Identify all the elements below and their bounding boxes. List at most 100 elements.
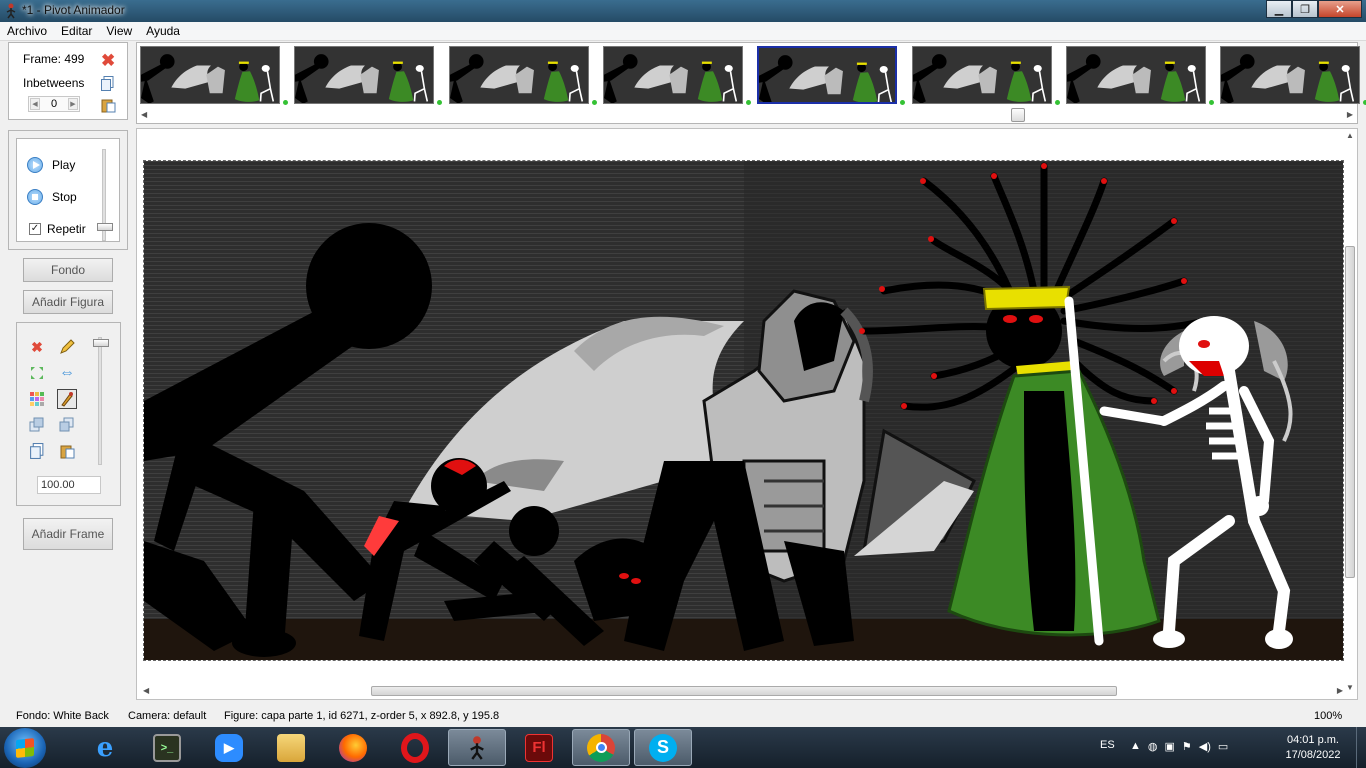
frame-thumbnail[interactable] <box>140 46 280 104</box>
frame-thumbnail[interactable] <box>602 46 743 104</box>
scroll-up-icon[interactable]: ▲ <box>1346 131 1354 140</box>
stop-button[interactable]: Stop <box>27 189 77 205</box>
scroll-right-icon[interactable]: ▶ <box>1347 110 1353 119</box>
paste-figure-icon[interactable] <box>57 441 77 461</box>
canvas-area: ▲ ▼ ◀ ▶ <box>136 128 1358 700</box>
frame-thumbnail[interactable] <box>757 46 898 104</box>
figure-scale-slider-thumb[interactable] <box>93 339 109 347</box>
timeline-scrollbar[interactable]: ◀ ▶ <box>137 107 1357 123</box>
play-label: Play <box>52 158 76 172</box>
scale-figure-icon[interactable] <box>27 363 47 383</box>
inbetweens-label: Inbetweens <box>23 76 85 90</box>
add-frame-button[interactable]: Añadir Frame <box>23 518 113 550</box>
taskbar-firefox[interactable] <box>324 729 382 766</box>
frame-status-dot <box>1208 100 1214 105</box>
repeat-label: Repetir <box>47 222 86 236</box>
close-button[interactable]: ✕ <box>1318 0 1362 18</box>
window-title: *1 - Pivot Animador <box>22 3 125 17</box>
frame-status-dot <box>283 100 288 105</box>
pivot-taskbar-icon <box>470 735 484 760</box>
delete-figure-icon[interactable]: ✖ <box>27 337 47 357</box>
figure-tools-panel: ✖ ⇔ 100.00 <box>16 322 121 506</box>
clock-time: 04:01 p.m. <box>1287 734 1339 746</box>
menu-view[interactable]: View <box>99 22 139 40</box>
frame-thumbnail[interactable] <box>1220 46 1361 104</box>
canvas-scroll-right-icon[interactable]: ▶ <box>1337 686 1343 695</box>
taskbar-skype[interactable]: S <box>634 729 692 766</box>
copy-frame-icon[interactable] <box>101 76 114 91</box>
background-button[interactable]: Fondo <box>23 258 113 282</box>
canvas-hscroll-thumb[interactable] <box>371 686 1117 696</box>
play-button[interactable]: Play <box>27 157 75 173</box>
inbetweens-spinner[interactable]: ◀ 0 ▶ <box>28 96 80 112</box>
tray-flag-icon[interactable]: ⚑ <box>1182 740 1192 753</box>
taskbar-terminal[interactable]: >_ <box>138 729 196 766</box>
tray-network-globe-icon[interactable]: ◍ <box>1148 740 1158 753</box>
taskbar-flash[interactable]: Fl <box>510 729 568 766</box>
segment-color-icon[interactable] <box>57 389 77 409</box>
color-figure-icon[interactable] <box>27 389 47 409</box>
scroll-down-icon[interactable]: ▼ <box>1346 683 1354 692</box>
frame-status-dot <box>900 100 906 105</box>
frame-thumbnail[interactable] <box>294 46 435 104</box>
tray-expand-icon[interactable]: ▲ <box>1130 740 1141 753</box>
stage-scene <box>144 161 1343 660</box>
frame-timeline: ◀ ▶ <box>136 42 1366 124</box>
frame-thumbnail[interactable] <box>1065 46 1206 104</box>
frame-thumbnail[interactable] <box>448 46 589 104</box>
tray-device-icon[interactable]: ▣ <box>1165 740 1175 753</box>
taskbar-file-explorer[interactable] <box>262 729 320 766</box>
minimize-button[interactable]: ▁ <box>1266 0 1292 18</box>
flip-figure-icon[interactable]: ⇔ <box>57 363 77 383</box>
start-button[interactable] <box>4 728 46 768</box>
bring-forward-icon[interactable] <box>27 415 47 435</box>
taskbar-chrome[interactable] <box>572 729 630 766</box>
taskbar-zoom[interactable]: ▶ <box>200 729 258 766</box>
edit-figure-icon[interactable] <box>57 337 77 357</box>
add-figure-button[interactable]: Añadir Figura <box>23 290 113 314</box>
speed-slider-thumb[interactable] <box>97 223 113 231</box>
pivot-app-icon <box>6 3 16 19</box>
checkbox-check-icon[interactable]: ✓ <box>29 223 41 235</box>
scale-input[interactable]: 100.00 <box>37 476 101 494</box>
paste-frame-icon[interactable] <box>101 98 116 113</box>
taskbar-internet-explorer[interactable]: e <box>76 729 134 766</box>
terminal-icon: >_ <box>153 733 181 762</box>
spinner-right-icon[interactable]: ▶ <box>68 98 78 110</box>
menu-archivo[interactable]: Archivo <box>0 22 54 40</box>
canvas-vscroll-thumb[interactable] <box>1345 246 1355 578</box>
canvas-vertical-scrollbar[interactable]: ▲ ▼ <box>1344 131 1356 692</box>
language-indicator[interactable]: ES <box>1100 739 1115 751</box>
taskbar-pivot-animator[interactable] <box>448 729 506 766</box>
tray-volume-icon[interactable]: ◀) <box>1199 740 1211 753</box>
send-backward-icon[interactable] <box>57 415 77 435</box>
frame-status-dot <box>745 100 751 105</box>
figure-scale-slider[interactable] <box>93 337 109 465</box>
copy-figure-icon[interactable] <box>27 441 47 461</box>
stop-icon <box>27 189 43 205</box>
timeline-scroll-thumb[interactable] <box>1011 108 1025 122</box>
skype-icon: S <box>649 733 677 762</box>
scroll-left-icon[interactable]: ◀ <box>141 110 147 119</box>
playback-panel: Play Stop ✓ Repetir <box>8 130 128 250</box>
canvas-horizontal-scrollbar[interactable]: ◀ ▶ <box>139 685 1345 697</box>
system-tray: ▲ ◍ ▣ ⚑ ◀) ▭ <box>1130 740 1228 753</box>
opera-icon <box>401 732 429 763</box>
frame-panel: Frame: 499 Inbetweens ◀ 0 ▶ ✖ <box>8 42 128 120</box>
speed-slider[interactable] <box>97 149 113 241</box>
menu-ayuda[interactable]: Ayuda <box>139 22 187 40</box>
maximize-button[interactable]: ❐ <box>1292 0 1318 18</box>
frame-number: Frame: 499 <box>23 52 85 66</box>
stop-label: Stop <box>52 190 77 204</box>
status-zoom: 100% <box>1314 710 1343 722</box>
repeat-checkbox[interactable]: ✓ Repetir <box>29 222 86 236</box>
tray-monitor-icon[interactable]: ▭ <box>1218 740 1228 753</box>
menu-editar[interactable]: Editar <box>54 22 99 40</box>
clock[interactable]: 04:01 p.m. 17/08/2022 <box>1278 733 1348 763</box>
taskbar-opera[interactable] <box>386 729 444 766</box>
delete-frame-icon[interactable]: ✖ <box>101 52 115 69</box>
show-desktop-button[interactable] <box>1356 727 1366 768</box>
animation-stage[interactable] <box>143 160 1344 661</box>
frame-thumbnail[interactable] <box>911 46 1052 104</box>
canvas-scroll-left-icon[interactable]: ◀ <box>143 686 149 695</box>
